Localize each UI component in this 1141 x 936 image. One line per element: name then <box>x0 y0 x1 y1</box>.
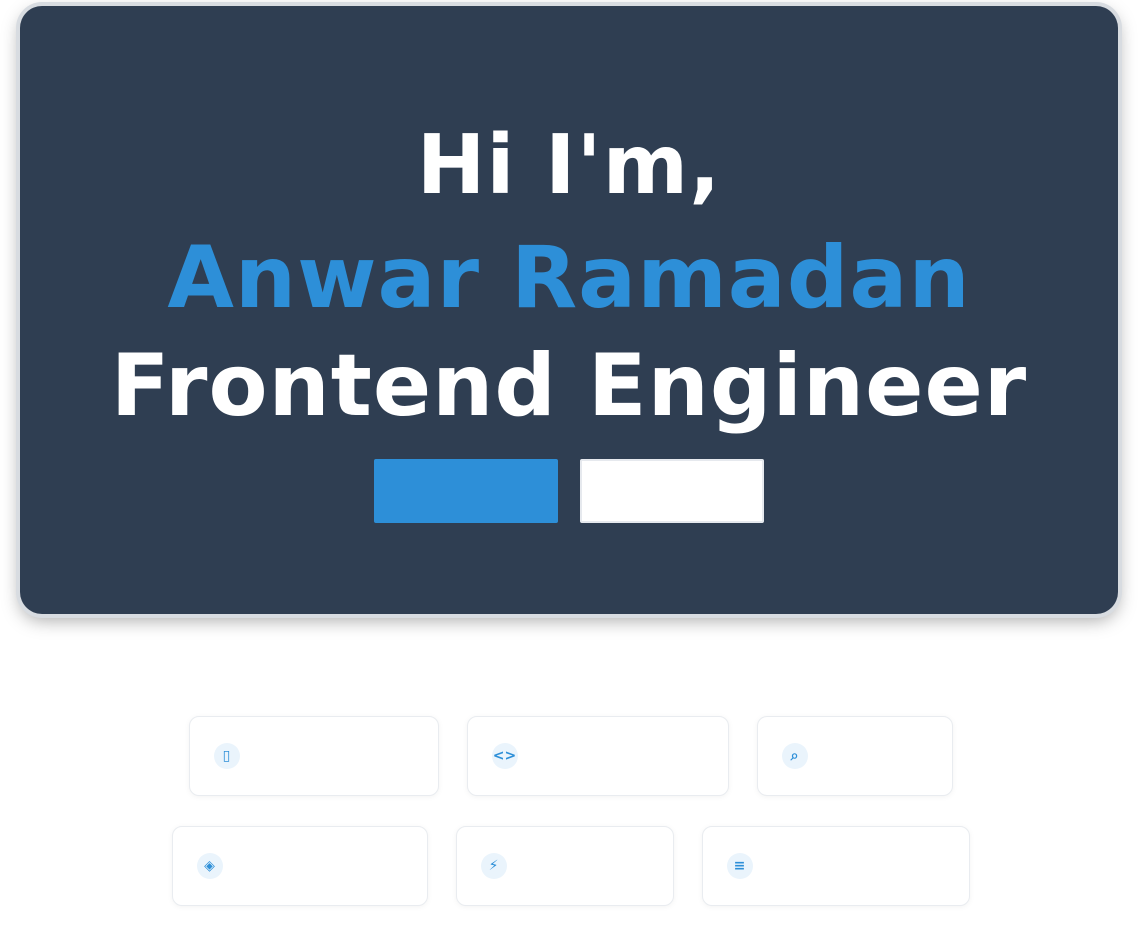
hero-name: Anwar Ramadan <box>167 228 971 328</box>
shield-icon: ◈ <box>196 853 223 879</box>
secondary-cta-button[interactable] <box>580 459 764 523</box>
skill-chip: ≡ <box>701 826 970 906</box>
skill-chip: ⚡ <box>455 826 674 906</box>
skill-chip: ▯ <box>188 716 439 796</box>
skill-chip: ⌕ <box>756 716 953 796</box>
bolt-icon: ⚡ <box>480 853 507 879</box>
skill-chip: ◈ <box>171 826 428 906</box>
mobile-icon: ▯ <box>213 743 240 769</box>
code-icon: <> <box>491 743 518 769</box>
skills-section: ▯ <> ⌕ ◈ ⚡ ≡ <box>0 716 1141 936</box>
skills-row: ◈ ⚡ ≡ <box>0 826 1141 906</box>
primary-cta-button[interactable] <box>374 459 558 523</box>
hero-actions <box>20 459 1118 523</box>
hero-greeting: Hi I'm, <box>416 118 722 213</box>
hero-section: Hi I'm, Anwar Ramadan Frontend Engineer <box>20 6 1118 614</box>
search-icon: ⌕ <box>781 743 808 769</box>
hero-role: Frontend Engineer <box>110 336 1028 436</box>
skill-chip: <> <box>466 716 729 796</box>
layers-icon: ≡ <box>726 853 753 879</box>
skills-row: ▯ <> ⌕ <box>0 716 1141 796</box>
